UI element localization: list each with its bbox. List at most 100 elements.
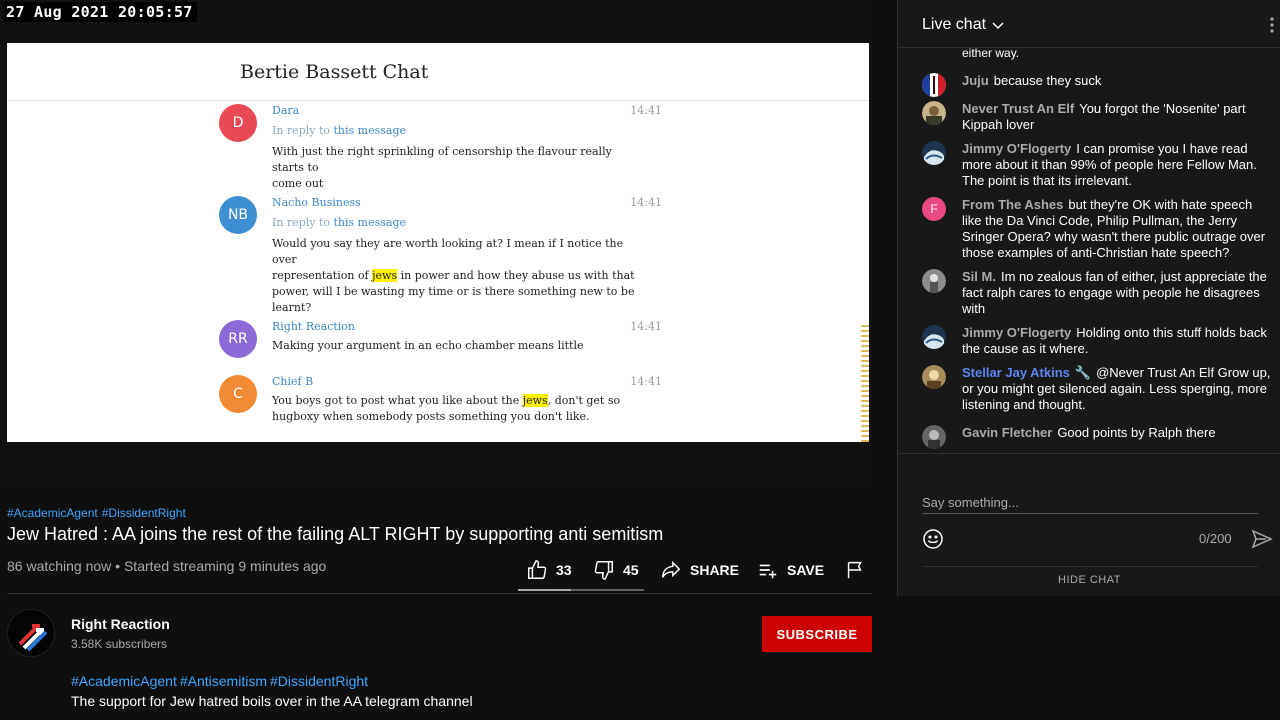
- thumbs-up-icon: [528, 560, 547, 579]
- chat-message: Juju because they suck: [922, 73, 1272, 97]
- user-avatar: [922, 325, 946, 349]
- thumbs-down-icon: [594, 561, 613, 580]
- like-ratio-fill: [518, 589, 571, 591]
- message-time: 14:41: [630, 320, 662, 333]
- user-avatar: [922, 141, 946, 165]
- message-time: 14:41: [630, 375, 662, 388]
- chat-author-moderator[interactable]: Stellar Jay Atkins: [962, 365, 1070, 380]
- chat-message: Never Trust An Elf You forgot the 'Noseni…: [922, 101, 1272, 133]
- video-description: The support for Jew hatred boils over in…: [71, 693, 473, 709]
- avatar: RR: [219, 320, 257, 358]
- chat-message: Sil M. Im no zealous fan of either, just …: [922, 269, 1272, 317]
- share-icon: [662, 560, 681, 578]
- message-author: Nacho Business: [272, 196, 361, 209]
- message-time: 14:41: [630, 104, 662, 117]
- chat-author[interactable]: Jimmy O'Flogerty: [962, 325, 1071, 340]
- chat-message: Stellar Jay Atkins 🔧 @Never Trust An Elf G…: [922, 365, 1272, 413]
- message-text: Would you say they are worth looking at?…: [272, 237, 635, 314]
- save-button[interactable]: SAVE: [757, 556, 824, 584]
- telegram-message: RR Right Reaction 14:41 Making your argu…: [217, 320, 662, 360]
- message-text: Making your argument in an echo chamber …: [272, 339, 584, 352]
- title-divider: [7, 100, 869, 101]
- hashtag-link[interactable]: #DissidentRight: [270, 673, 368, 689]
- message-author: Right Reaction: [272, 320, 355, 333]
- chat-author[interactable]: Juju: [962, 73, 989, 88]
- user-avatar: F: [922, 197, 946, 221]
- chat-text: because they suck: [993, 73, 1102, 88]
- channel-avatar[interactable]: [7, 609, 55, 657]
- chat-message: Gavin Fletcher Good points by Ralph there: [922, 425, 1272, 449]
- user-avatar: [922, 73, 946, 97]
- message-text: With just the right sprinkling of censor…: [272, 145, 612, 190]
- subscriber-count: 3.58K subscribers: [71, 637, 168, 651]
- chat-text: Im no zealous fan of either, just apprec…: [962, 269, 1267, 316]
- telegram-message: NB Nacho Business 14:41 In reply to this…: [217, 196, 662, 314]
- action-bar: 33 45 SHARE SAVE: [518, 556, 872, 586]
- avatar: NB: [219, 196, 257, 234]
- live-chat-header: Live chat: [898, 0, 1280, 48]
- live-chat-panel: Live chat either way. Juju because they s…: [897, 0, 1280, 596]
- message-text: You boys got to post what you like about…: [272, 394, 621, 423]
- hashtag-link[interactable]: #AcademicAgent: [7, 506, 98, 520]
- hashtag-link[interactable]: #DissidentRight: [102, 506, 186, 520]
- user-avatar: [922, 365, 946, 389]
- hashtag-link[interactable]: #AcademicAgent: [71, 673, 177, 689]
- moderator-wrench-icon: 🔧: [1074, 365, 1092, 380]
- send-icon[interactable]: [1251, 528, 1273, 550]
- subscribe-button[interactable]: SUBSCRIBE: [762, 616, 872, 652]
- user-avatar: [922, 425, 946, 449]
- like-button[interactable]: 33: [526, 556, 572, 584]
- chat-text: Good points by Ralph there: [1057, 425, 1216, 440]
- flag-icon: [847, 561, 862, 579]
- video-player[interactable]: Bertie Bassett Chat D Dara 14:41 In repl…: [0, 0, 872, 486]
- dislike-button[interactable]: 45: [593, 556, 639, 584]
- avatar: C: [219, 375, 257, 413]
- more-options-icon[interactable]: [1269, 16, 1275, 34]
- message-author: Chief B: [272, 375, 314, 388]
- truncated-chat-message: either way.: [962, 46, 1020, 60]
- chat-author[interactable]: Jimmy O'Flogerty: [962, 141, 1071, 156]
- view-info: 86 watching now • Started streaming 9 mi…: [7, 558, 327, 574]
- user-avatar: [922, 269, 946, 293]
- chat-author[interactable]: From The Ashes: [962, 197, 1063, 212]
- telegram-message: C Chief B 14:41 You boys got to post wha…: [217, 375, 662, 430]
- hashtag-list: #AcademicAgent #DissidentRight: [7, 506, 190, 520]
- report-button[interactable]: [844, 556, 866, 584]
- scroll-marks: [861, 325, 869, 442]
- character-count: 0/200: [1199, 531, 1232, 546]
- chat-input[interactable]: [922, 492, 1258, 514]
- chat-input-area: 0/200 HIDE CHAT: [898, 453, 1280, 596]
- divider: [922, 566, 1258, 567]
- user-avatar: [922, 101, 946, 125]
- video-title: Jew Hatred : AA joins the rest of the fa…: [7, 524, 664, 544]
- description-hashtags: #AcademicAgent #Antisemitism #DissidentRig…: [71, 673, 371, 689]
- chat-author[interactable]: Sil M.: [962, 269, 996, 284]
- message-author: Dara: [272, 104, 300, 117]
- chat-message: Jimmy O'Flogerty Holding onto this stuff …: [922, 325, 1272, 357]
- chat-author[interactable]: Gavin Fletcher: [962, 425, 1052, 440]
- video-frame: Bertie Bassett Chat D Dara 14:41 In repl…: [7, 43, 869, 442]
- emoji-icon[interactable]: [922, 528, 944, 550]
- divider: [7, 593, 872, 594]
- message-time: 14:41: [630, 196, 662, 209]
- timestamp-overlay: 27 Aug 2021 20:05:57: [4, 2, 197, 22]
- chat-message: F From The Ashes but they're OK with hate…: [922, 197, 1272, 261]
- telegram-message: D Dara 14:41 In reply to this message Wi…: [217, 104, 662, 190]
- telegram-chat-title: Bertie Bassett Chat: [240, 61, 429, 83]
- reply-reference: In reply to this message: [272, 124, 407, 137]
- like-count: 33: [556, 562, 572, 578]
- chevron-down-icon[interactable]: [991, 18, 1005, 32]
- reply-reference: In reply to this message: [272, 216, 407, 229]
- like-ratio-bar: [518, 589, 644, 591]
- dislike-count: 45: [623, 562, 639, 578]
- share-button[interactable]: SHARE: [660, 556, 739, 584]
- hide-chat-button[interactable]: HIDE CHAT: [898, 574, 1280, 586]
- playlist-add-icon: [759, 564, 777, 579]
- live-chat-mode-selector[interactable]: Live chat: [922, 16, 986, 34]
- channel-logo-icon: [8, 610, 54, 656]
- chat-author[interactable]: Never Trust An Elf: [962, 101, 1074, 116]
- avatar: D: [219, 104, 257, 142]
- hashtag-link[interactable]: #Antisemitism: [180, 673, 267, 689]
- channel-name[interactable]: Right Reaction: [71, 616, 170, 632]
- chat-message: Jimmy O'Flogerty I can promise you I have…: [922, 141, 1272, 189]
